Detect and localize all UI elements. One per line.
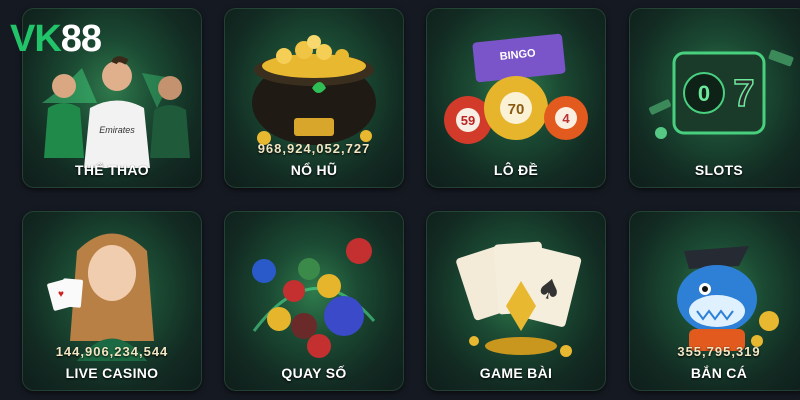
tile-label: SLOTS xyxy=(694,162,744,178)
casino-dealer-illustration: ♥ xyxy=(47,233,154,361)
category-tile-card-games[interactable]: ♠ GAME BÀI xyxy=(426,211,606,391)
game-category-grid: Emirates THỂ THAO 968,924,052,727 NỔ HŨ xyxy=(0,0,800,400)
lotto-ball-center-number: 70 xyxy=(508,101,525,118)
category-tile-live-casino[interactable]: ♥ 144,906,234,544 LIVE CASINO xyxy=(22,211,202,391)
tile-label: LÔ ĐỀ xyxy=(493,162,539,178)
vk88-logo: VK88 xyxy=(10,18,102,61)
lottery-draw-balls-illustration xyxy=(252,238,376,358)
svg-text:Emirates: Emirates xyxy=(99,125,135,135)
logo-vk-text: VK xyxy=(10,18,62,60)
tile-label: THỂ THAO xyxy=(75,162,149,178)
category-tile-fish-shooting[interactable]: 355,795,319 BẮN CÁ xyxy=(629,211,800,391)
jackpot-amount: 968,924,052,727 xyxy=(257,141,371,156)
tile-label: BẮN CÁ xyxy=(690,365,748,381)
lottery-balls-illustration: BINGO 59 70 4 xyxy=(444,33,588,144)
jackpot-amount: 355,795,319 xyxy=(677,344,761,359)
shark-pirate-illustration xyxy=(677,246,779,351)
lotto-ball-right-number: 4 xyxy=(562,111,570,126)
jackpot-amount: 144,906,234,544 xyxy=(55,344,169,359)
gold-pot-illustration xyxy=(252,35,376,145)
tile-label: QUAY SỐ xyxy=(281,365,347,381)
tile-label: NỔ HŨ xyxy=(290,162,338,178)
tile-label: GAME BÀI xyxy=(479,365,553,381)
slot-machine-illustration: 0 7 xyxy=(648,49,794,139)
category-tile-jackpot[interactable]: 968,924,052,727 NỔ HŨ xyxy=(224,8,404,188)
playing-cards-illustration: ♠ xyxy=(456,241,582,357)
category-tile-slots[interactable]: 0 7 SLOTS xyxy=(629,8,800,188)
svg-text:0: 0 xyxy=(698,81,710,106)
svg-text:7: 7 xyxy=(733,73,754,115)
category-tile-number-draw[interactable]: QUAY SỐ xyxy=(224,211,404,391)
category-tile-lottery[interactable]: BINGO 59 70 4 LÔ ĐỀ xyxy=(426,8,606,188)
tile-label: LIVE CASINO xyxy=(65,365,159,381)
svg-text:♥: ♥ xyxy=(58,289,64,300)
lotto-ball-left-number: 59 xyxy=(461,113,475,128)
logo-number-text: 88 xyxy=(60,18,102,60)
